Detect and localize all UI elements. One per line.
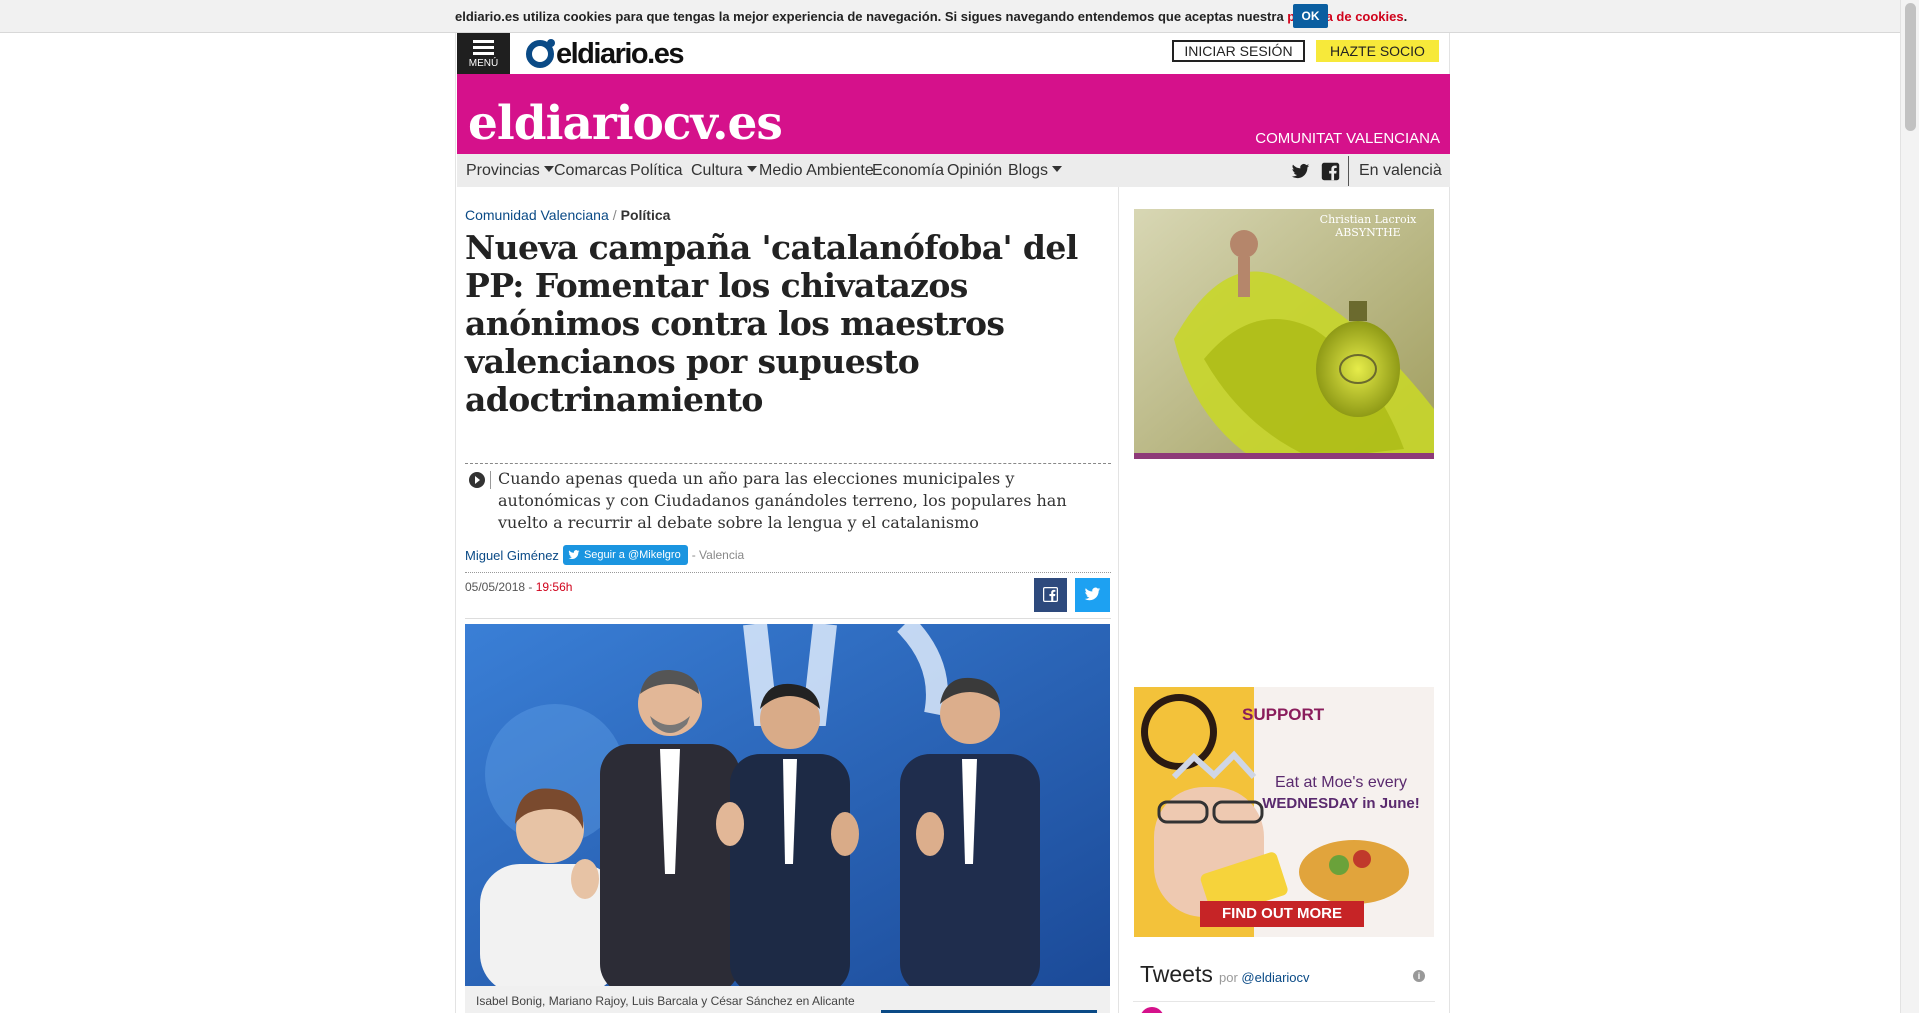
breadcrumb: Comunidad Valenciana / Política [465,207,670,223]
join-button[interactable]: HAZTE SOCIO [1316,40,1439,62]
nav-item-blogs[interactable]: Blogs [1008,162,1063,180]
twitter-bird-icon [568,550,580,560]
caret-down-icon [746,166,757,172]
nav-item-cultura[interactable]: Cultura [691,162,757,180]
breadcrumb-parent[interactable]: Comunidad Valenciana [465,207,609,223]
scrollbar-thumb[interactable] [1905,3,1916,131]
summary-divider [490,471,491,489]
article-time: 19:56h [535,580,573,594]
article-date: 05/05/2018 - [465,580,536,594]
article-headline: Nueva campaña 'catalanófoba' del PP: Fom… [465,228,1078,419]
tweets-by: por @eldiariocv [1219,970,1310,985]
dateline: 05/05/2018 - 19:56h [465,580,572,594]
nav-item-comarcas[interactable]: Comarcas [554,162,627,180]
article: Comunidad Valenciana / Política Nueva camp… [457,187,1119,1013]
logo-text: eldiario.es [556,37,684,70]
login-button[interactable]: INICIAR SESIÓN [1172,40,1305,62]
nav-item-politica[interactable]: Política [630,162,682,180]
twitter-icon [1084,587,1101,601]
moes-ad-support: SUPPORT [1242,705,1325,724]
perfume-ad[interactable]: Christian Lacroix ABSYNTHE [1134,209,1434,459]
breadcrumb-current[interactable]: Política [621,207,671,223]
moes-ad-cta[interactable]: FIND OUT MORE [1200,901,1364,927]
moes-ad[interactable]: SUPPORT Eat at Moe's every WEDNESDAY in … [1134,687,1434,937]
page-scrollbar[interactable] [1900,0,1919,1013]
tweets-handle-link[interactable]: @eldiariocv [1241,970,1309,985]
facebook-icon[interactable] [1321,162,1340,181]
info-icon[interactable]: i [1413,970,1425,982]
moes-ad-line2: WEDNESDAY in June! [1262,795,1420,812]
twitter-icon[interactable] [1291,162,1310,181]
tweets-widget-header: Tweets por @eldiariocv i [1133,956,1435,1002]
site-brand[interactable]: eldiariocv.es [468,96,783,151]
cookie-bar: eldiario.es utiliza cookies para que ten… [0,0,1900,33]
menu-button[interactable]: MENÚ [457,33,510,74]
nav-item-economia[interactable]: Economía [872,162,944,180]
photo-caption-box: Isabel Bonig, Mariano Rajoy, Luis Barcal… [465,986,1110,1013]
nav-item-provincias[interactable]: Provincias [466,162,554,180]
divider [465,463,1111,464]
photo-caption: Isabel Bonig, Mariano Rajoy, Luis Barcal… [476,994,855,1008]
article-location: - Valencia [691,548,745,562]
play-bullet-icon [469,472,485,488]
caret-down-icon [543,166,554,172]
main-nav: Provincias Comarcas Política Cultura Med… [457,154,1450,187]
facebook-icon [1043,587,1058,602]
eldiario-logo[interactable]: eldiario.es [526,37,684,70]
share-twitter-button[interactable] [1075,578,1110,612]
masthead: eldiariocv.es COMUNITAT VALENCIANA [457,74,1450,154]
author-link[interactable]: Miguel Giménez [465,548,559,563]
tweets-title: Tweets [1140,961,1213,987]
logo-mark-icon [526,39,555,68]
nav-item-medio-ambiente[interactable]: Medio Ambiente [759,162,874,180]
twitter-follow-button[interactable]: Seguir a @Mikelgro [562,545,688,565]
article-photo[interactable] [465,624,1110,986]
article-summary: Cuando apenas queda un año para las elec… [498,469,1067,532]
perfume-ad-brand: Christian Lacroix ABSYNTHE [1319,213,1417,239]
moes-ad-line1: Eat at Moe's every [1275,774,1407,791]
perfume-ad-image [1134,209,1434,459]
breadcrumb-separator: / [612,207,617,223]
share-facebook-button[interactable] [1034,578,1067,612]
hamburger-icon [473,40,494,43]
menu-label: MENÚ [468,58,499,69]
divider [465,572,1111,573]
follow-label: Seguir a @Mikelgro [583,549,681,561]
byline: Miguel Giménez Seguir a @Mikelgro - Vale… [465,544,744,566]
photo-illustration [465,624,1110,986]
language-switch[interactable]: En valencià [1359,162,1442,180]
cookie-notice-text: eldiario.es utiliza cookies para que ten… [455,9,1288,24]
nav-divider [1348,156,1349,186]
region-label: COMUNITAT VALENCIANA [1255,130,1440,147]
cookie-ok-button[interactable]: OK [1293,4,1328,28]
nav-item-opinion[interactable]: Opinión [947,162,1002,180]
cookie-notice: eldiario.es utiliza cookies para que ten… [455,9,1408,24]
divider [465,618,1111,619]
caret-down-icon [1052,166,1063,172]
